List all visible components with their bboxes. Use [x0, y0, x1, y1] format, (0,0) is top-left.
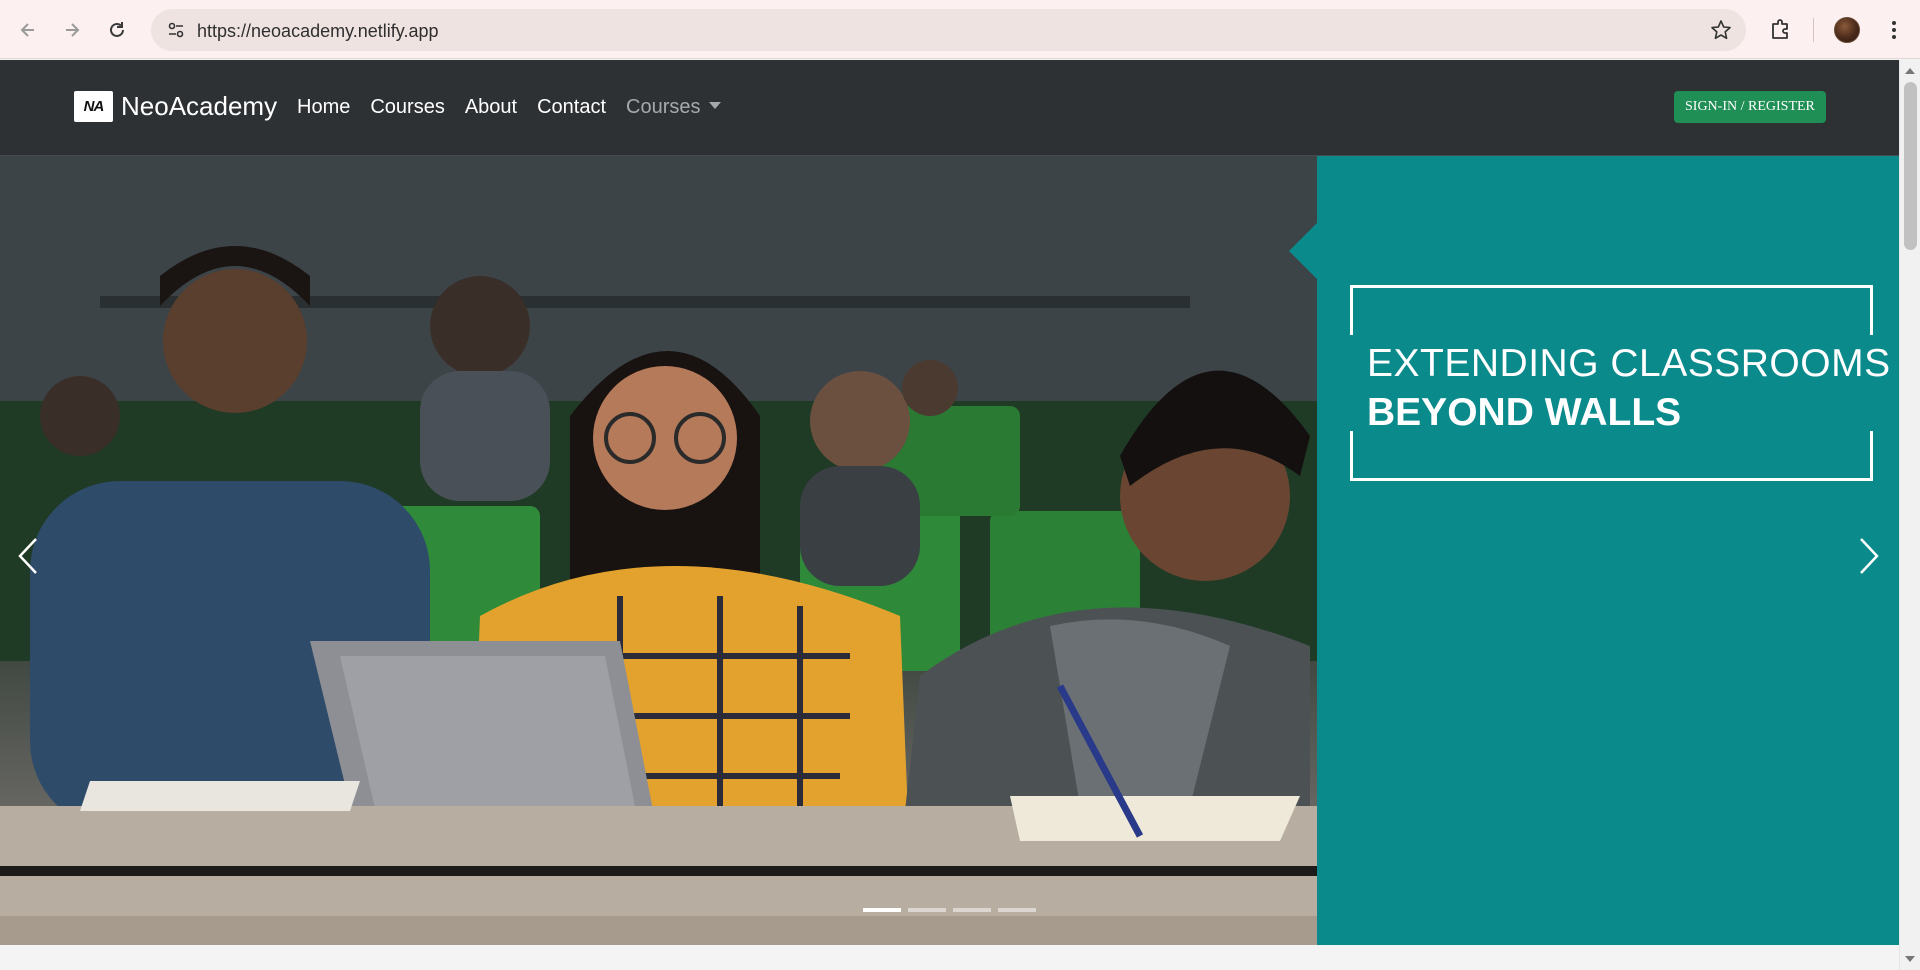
tagline-panel: EXTENDING CLASSROOMS BEYOND WALLS — [1317, 156, 1899, 945]
nav-links: Home Courses About Contact Courses — [297, 96, 721, 119]
forward-button[interactable] — [56, 14, 88, 46]
chevron-right-icon — [1860, 538, 1879, 574]
courses-dropdown-label: Courses — [626, 96, 701, 118]
scroll-thumb[interactable] — [1904, 82, 1917, 250]
caret-down-icon — [708, 102, 721, 109]
hero-carousel: EXTENDING CLASSROOMS BEYOND WALLS — [0, 156, 1899, 945]
nav-link-home[interactable]: Home — [297, 96, 350, 119]
brand-name: NeoAcademy — [121, 91, 278, 121]
scroll-up-arrow-icon[interactable] — [1905, 68, 1915, 74]
hero-classroom-photo — [0, 156, 1317, 945]
address-bar[interactable]: https://neoacademy.netlify.app — [151, 9, 1746, 51]
tagline-line-2: BEYOND WALLS — [1367, 391, 1682, 434]
site-navbar: NA NeoAcademy Home Courses About Contact… — [0, 60, 1899, 156]
carousel-indicator-4[interactable] — [998, 908, 1036, 912]
carousel-prev-button[interactable] — [8, 526, 48, 586]
carousel-indicators — [863, 908, 1036, 912]
browser-toolbar: https://neoacademy.netlify.app — [0, 0, 1920, 59]
chevron-left-icon — [18, 538, 37, 574]
bookmark-star-icon[interactable] — [1710, 19, 1732, 41]
url-text[interactable]: https://neoacademy.netlify.app — [197, 21, 438, 42]
carousel-indicator-2[interactable] — [908, 908, 946, 912]
page-viewport: NA NeoAcademy Home Courses About Contact… — [0, 60, 1920, 970]
brand-logo: NA — [74, 91, 113, 122]
nav-link-about[interactable]: About — [465, 96, 517, 119]
extensions-icon[interactable] — [1767, 16, 1795, 44]
nav-link-courses[interactable]: Courses — [370, 96, 444, 119]
carousel-next-button[interactable] — [1849, 526, 1889, 586]
brand[interactable]: NA NeoAcademy — [74, 91, 277, 122]
back-arrow-icon — [20, 23, 34, 37]
courses-dropdown[interactable]: Courses — [626, 96, 721, 119]
carousel-indicator-3[interactable] — [953, 908, 991, 912]
reload-icon — [110, 22, 124, 37]
toolbar-separator — [1813, 18, 1814, 42]
tagline-line-1: EXTENDING CLASSROOMS — [1367, 342, 1891, 385]
scroll-down-arrow-icon[interactable] — [1905, 956, 1915, 962]
nav-link-contact[interactable]: Contact — [537, 96, 606, 119]
reload-button[interactable] — [101, 14, 133, 46]
profile-avatar[interactable] — [1834, 17, 1860, 43]
panel-notch — [1289, 223, 1317, 279]
signin-register-button[interactable]: SIGN-IN / REGISTER — [1674, 91, 1826, 123]
kebab-menu-icon[interactable] — [1881, 17, 1907, 43]
site-info-icon[interactable] — [161, 15, 191, 45]
forward-arrow-icon — [66, 23, 80, 37]
back-button[interactable] — [12, 14, 44, 46]
page-scrollbar[interactable] — [1899, 60, 1920, 970]
carousel-indicator-1[interactable] — [863, 908, 901, 912]
